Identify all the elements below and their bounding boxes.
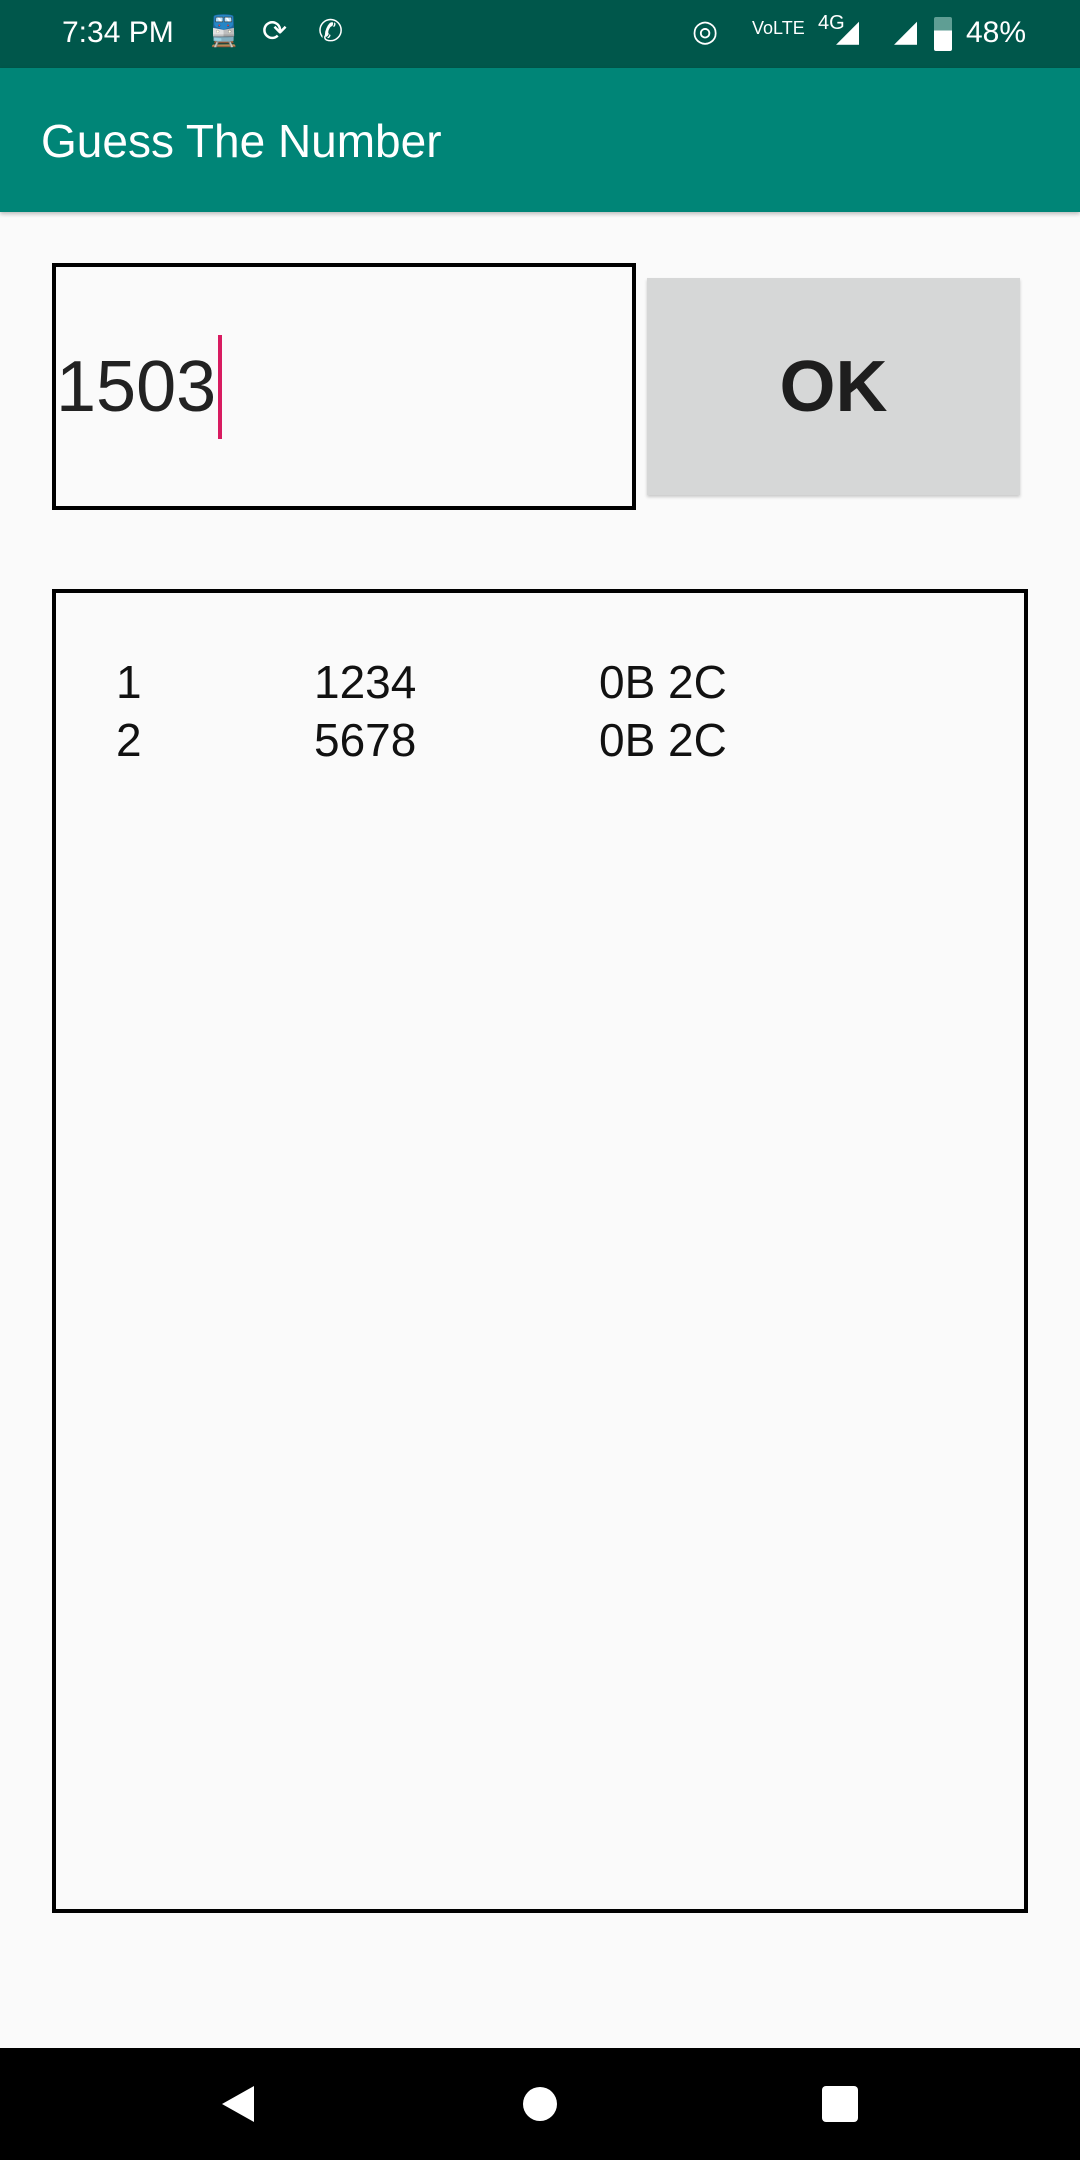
guess-input-value: 1503 [56, 346, 217, 427]
ok-button[interactable]: OK [647, 278, 1020, 495]
call-forward-icon: ✆ [318, 15, 344, 48]
guess-input[interactable]: 1503 [52, 263, 636, 510]
guess-index: 2 [116, 714, 142, 766]
back-icon [222, 2086, 254, 2122]
recents-button[interactable] [800, 2048, 880, 2160]
train-icon: 🚆 [205, 15, 243, 48]
guess-result: 0B 2C [599, 714, 727, 766]
home-button[interactable] [500, 2048, 580, 2160]
guess-index: 1 [116, 656, 142, 708]
navigation-bar [0, 2048, 1080, 2160]
guess-result: 0B 2C [599, 656, 727, 708]
hotspot-icon: ◎ [692, 15, 719, 48]
sync-icon: ⟳ [262, 15, 288, 48]
home-icon [523, 2087, 557, 2121]
guess-value: 5678 [314, 714, 417, 766]
app-title: Guess The Number [41, 115, 442, 167]
volte-icon: VoLTE [752, 18, 805, 38]
battery-icon [934, 17, 952, 51]
guess-history-list[interactable]: 1 1234 0B 2C 2 5678 0B 2C [52, 589, 1028, 1913]
guess-value: 1234 [314, 656, 417, 708]
text-cursor [218, 334, 223, 439]
status-bar: 7:34 PM 🚆 ⟳ ✆ ◎ VoLTE 4G ◢ ◢ 48% [0, 0, 1080, 68]
signal-icon-2: ◢ [894, 15, 918, 48]
status-time: 7:34 PM [62, 16, 174, 49]
recents-icon [822, 2086, 858, 2122]
signal-icon: ◢ [836, 15, 860, 48]
app-bar: Guess The Number [0, 68, 1080, 212]
battery-percent: 48% [966, 16, 1027, 49]
back-button[interactable] [198, 2048, 278, 2160]
